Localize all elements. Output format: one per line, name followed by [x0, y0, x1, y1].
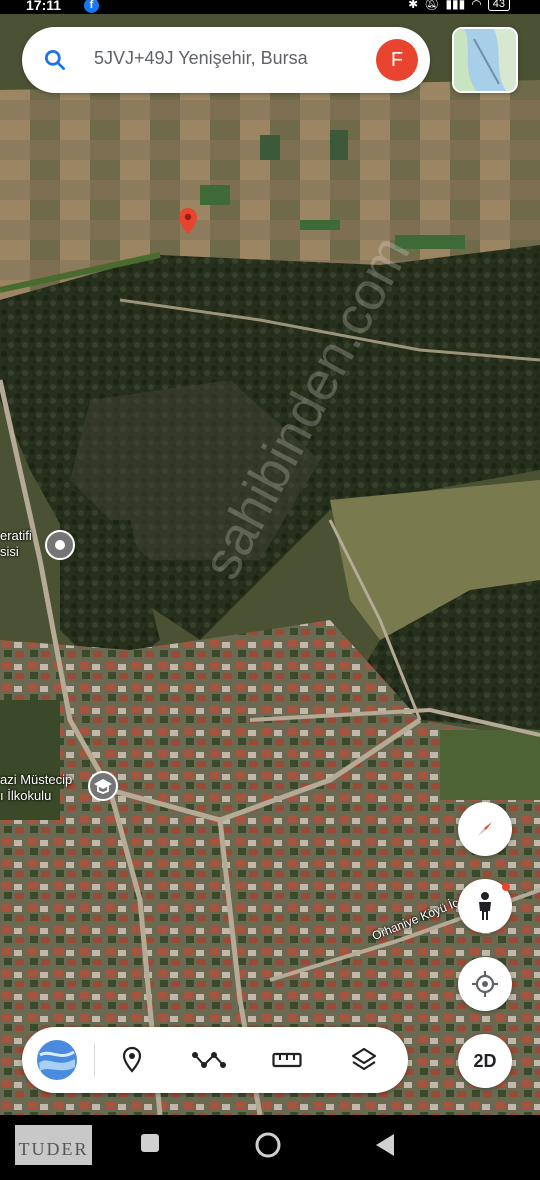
poi-marker-2[interactable]	[88, 771, 118, 801]
status-icons: ✱ 🔕︎ ▮▮▮ ◠ 43	[408, 0, 510, 11]
poi-label-2[interactable]: azi Müstecip ı İlkokulu	[0, 772, 72, 804]
back-icon[interactable]	[374, 1133, 396, 1157]
bottom-toolbar	[22, 1027, 408, 1093]
pin-icon	[122, 1046, 142, 1073]
signal-icon: ▮▮▮	[445, 0, 466, 11]
pin-icon	[55, 540, 65, 550]
route-button[interactable]	[192, 1043, 226, 1077]
bluetooth-icon: ✱	[408, 0, 419, 11]
battery-icon: 43	[487, 0, 510, 11]
satellite-imagery	[0, 0, 540, 1115]
recent-apps-icon[interactable]	[140, 1133, 160, 1153]
status-time: 17:11	[26, 0, 62, 13]
my-location-icon	[472, 971, 498, 997]
compass-icon	[478, 822, 492, 836]
location-pin-icon[interactable]	[179, 208, 197, 234]
notification-dot	[502, 883, 510, 891]
toolbar-divider	[94, 1043, 95, 1077]
school-icon	[94, 779, 112, 794]
layers-button[interactable]	[347, 1043, 381, 1077]
poi-marker-1[interactable]	[45, 530, 75, 560]
poi-label-2-line1: azi Müstecip	[0, 772, 73, 787]
facebook-icon: f	[84, 0, 99, 13]
layers-icon	[351, 1047, 377, 1071]
map-type-thumbnail[interactable]	[452, 27, 518, 93]
ruler-icon	[272, 1052, 302, 1068]
route-icon	[192, 1052, 226, 1068]
compass-button[interactable]	[458, 802, 512, 856]
street-view-button[interactable]	[458, 879, 512, 933]
search-icon	[44, 49, 66, 71]
poi-label-1-line2: sisi	[0, 544, 19, 559]
home-icon[interactable]	[254, 1131, 282, 1159]
watermark-brand: TUDER	[18, 1139, 89, 1159]
map-thumbnail-icon	[454, 29, 516, 91]
poi-label-1[interactable]: eratifi sisi	[0, 528, 32, 560]
search-query[interactable]: 5JVJ+49J Yenişehir, Bursa	[94, 48, 308, 69]
search-bar[interactable]: 5JVJ+49J Yenişehir, Bursa F	[22, 27, 430, 93]
satellite-map[interactable]: sahibinden.com	[0, 0, 540, 1115]
drop-pin-button[interactable]	[115, 1043, 149, 1077]
wifi-icon: ◠	[471, 0, 482, 11]
measure-button[interactable]	[270, 1043, 304, 1077]
poi-label-1-line1: eratifi	[0, 528, 32, 543]
account-avatar[interactable]: F	[376, 39, 418, 81]
maps-logo-icon	[37, 1040, 77, 1080]
two-d-toggle[interactable]: 2D	[458, 1034, 512, 1088]
google-maps-logo[interactable]	[36, 1039, 78, 1081]
poi-label-2-line2: ı İlkokulu	[0, 788, 52, 803]
status-bar: 17:11 f ✱ 🔕︎ ▮▮▮ ◠ 43	[0, 0, 540, 14]
mute-icon: 🔕︎	[424, 0, 440, 11]
pegman-icon	[479, 892, 491, 920]
my-location-button[interactable]	[458, 957, 512, 1011]
two-d-label: 2D	[473, 1050, 497, 1071]
watermark-logo: TUDER	[15, 1125, 92, 1165]
